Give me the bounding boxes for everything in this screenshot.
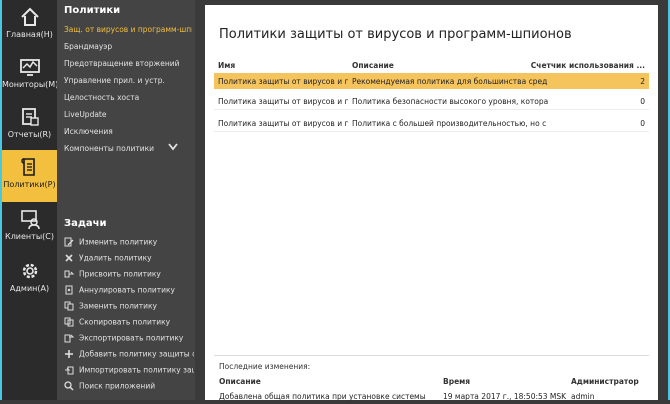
policy-type-exceptions[interactable]: Исключения (64, 127, 192, 136)
task-delete-policy[interactable]: Удалить политику (64, 253, 194, 265)
task-revoke-policy[interactable]: Аннулировать политику (64, 285, 194, 297)
edit-icon (64, 237, 74, 247)
task-edit-label: Изменить политику (79, 237, 158, 247)
assign-icon (64, 270, 74, 278)
table-row[interactable]: Политика защиты от вирусов и п... Полити… (214, 93, 649, 110)
policy-type-liveupdate[interactable]: LiveUpdate (64, 110, 192, 119)
page-title: Политики защиты от вирусов и программ-шп… (219, 27, 572, 42)
changes-column-time[interactable]: Время (443, 377, 470, 386)
task-add-policy[interactable]: Добавить политику защиты от в (64, 349, 194, 361)
policies-icon (20, 158, 35, 176)
task-assign-label: Присвоить политику (79, 269, 161, 279)
monitor-icon (19, 59, 40, 76)
table-row[interactable]: Добавлена общая политика при установке с… (219, 392, 649, 404)
changes-table-header: Описание Время Администратор (219, 377, 649, 388)
policy-type-app-device[interactable]: Управление прил. и устр. (64, 76, 192, 85)
nav-monitors-label: Мониторы(M) (2, 80, 59, 89)
import-icon (65, 366, 74, 375)
policy-type-antivirus[interactable]: Защ. от вирусов и программ-шпионов (64, 25, 192, 34)
row-count: 0 (640, 119, 645, 128)
task-copy-label: Скопировать политику (79, 317, 171, 327)
task-export-label: Экспортировать политику (79, 333, 184, 343)
admin-gear-icon (22, 263, 37, 279)
nav-clients[interactable]: Клиенты(C) (2, 202, 57, 254)
nav-policies-label: Политики(P) (3, 180, 56, 189)
changes-column-admin[interactable]: Администратор (571, 377, 639, 386)
task-search-apps[interactable]: Поиск приложений (64, 381, 194, 393)
task-revoke-label: Аннулировать политику (79, 285, 175, 295)
tasks-heading: Задачи (64, 218, 107, 229)
column-name[interactable]: Имя (218, 61, 235, 70)
nav-monitors[interactable]: Мониторы(M) (2, 50, 59, 102)
row-description: Политика с большей производительностью, … (352, 119, 548, 128)
table-row[interactable]: Политика защиты от вирусов и пр... Полит… (214, 115, 649, 132)
policy-type-intrusion[interactable]: Предотвращение вторжений (64, 59, 192, 68)
nav-reports-label: Отчеты(R) (7, 130, 52, 139)
task-copy-policy[interactable]: Скопировать политику (64, 317, 194, 329)
nav-admin-label: Админ(A) (9, 284, 50, 293)
nav-policies[interactable]: Политики(P) (2, 150, 57, 202)
home-icon (20, 7, 39, 26)
task-delete-label: Удалить политику (79, 253, 152, 263)
replace-icon (64, 301, 74, 311)
policies-card: Политики защиты от вирусов и программ-шп… (205, 5, 658, 401)
nav-home[interactable]: Главная(H) (2, 0, 57, 52)
row-count: 0 (640, 97, 645, 106)
row-description: Политика безопасности высокого уровня, к… (352, 97, 548, 106)
reports-icon (21, 108, 39, 126)
search-icon (64, 381, 74, 391)
nav-admin[interactable]: Админ(A) (2, 254, 57, 306)
row-name: Политика защиты от вирусов и п... (218, 77, 348, 86)
task-import-policy[interactable]: Импортировать политику защит (64, 365, 194, 377)
add-icon (65, 350, 73, 358)
task-edit-policy[interactable]: Изменить политику (64, 237, 194, 249)
task-add-label: Добавить политику защиты от в (79, 349, 194, 359)
column-description[interactable]: Описание (352, 61, 394, 70)
policies-panel: Политики Защ. от вирусов и программ-шпио… (57, 0, 195, 400)
table-row[interactable]: Политика защиты от вирусов и п... Рекоме… (214, 73, 649, 89)
chevron-down-icon[interactable] (168, 143, 178, 151)
task-replace-label: Заменить политику (79, 301, 157, 311)
nav-clients-label: Клиенты(C) (5, 232, 54, 241)
delete-icon (65, 254, 73, 262)
row-count: 2 (640, 77, 645, 86)
task-search-label: Поиск приложений (79, 381, 156, 391)
row-description: Рекомендуемая политика для большинства с… (352, 77, 548, 86)
recent-changes-title: Последние изменения: (219, 362, 311, 371)
copy-icon (64, 317, 74, 327)
policy-type-host-integrity[interactable]: Целостность хоста (64, 93, 192, 102)
policies-table-header: Имя Описание Счетчик использования ... (214, 61, 649, 72)
nav-home-label: Главная(H) (6, 30, 53, 39)
task-assign-policy[interactable]: Присвоить политику (64, 269, 194, 281)
row-name: Политика защиты от вирусов и пр... (218, 119, 348, 128)
changes-column-description[interactable]: Описание (219, 377, 261, 386)
task-replace-policy[interactable]: Заменить политику (64, 301, 194, 313)
export-icon (64, 334, 74, 343)
section-divider (214, 355, 649, 356)
row-name: Политика защиты от вирусов и п... (218, 97, 348, 106)
column-usage-count[interactable]: Счетчик использования ... (531, 61, 645, 70)
task-export-policy[interactable]: Экспортировать политику (64, 333, 194, 345)
task-import-label: Импортировать политику защит (79, 365, 194, 375)
nav-reports[interactable]: Отчеты(R) (2, 100, 57, 152)
main-content: Политики защиты от вирусов и программ-шп… (195, 0, 668, 401)
policy-type-firewall[interactable]: Брандмауэр (64, 42, 192, 51)
clients-icon (20, 210, 40, 230)
policies-heading: Политики (64, 5, 121, 16)
policy-components[interactable]: Компоненты политики (64, 144, 164, 153)
revoke-icon (65, 285, 73, 295)
main-nav: Главная(H) Мониторы(M) Отчеты(R) Политик… (2, 0, 59, 400)
